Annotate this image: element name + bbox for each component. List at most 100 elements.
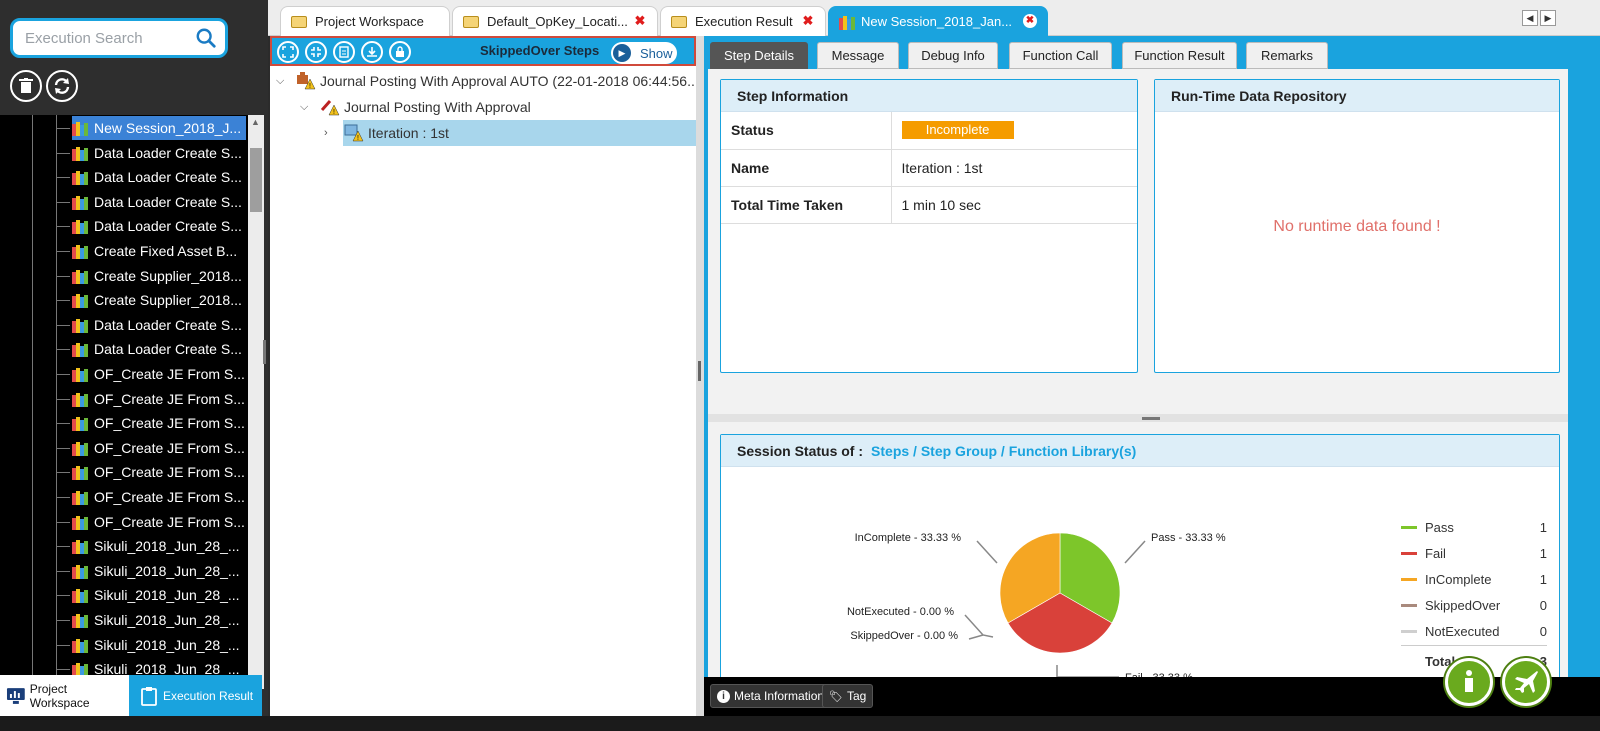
tab-function-result[interactable]: Function Result (1122, 42, 1237, 69)
session-status-header: Session Status of : Steps / Step Group /… (721, 435, 1559, 467)
tab-function-call[interactable]: Function Call (1009, 42, 1112, 69)
expand-icon (282, 46, 294, 58)
sidebar-session-item[interactable]: Create Supplier_2018... (72, 288, 246, 312)
tab-label: Execution Result (695, 14, 793, 29)
document-icon (339, 46, 349, 58)
run-fab[interactable] (1502, 658, 1550, 706)
sidebar-session-item[interactable]: OF_Create JE From S... (72, 387, 246, 411)
refresh-button[interactable] (46, 70, 78, 102)
tab-label: New Session_2018_Jan... (861, 14, 1013, 29)
legend-item-pass[interactable]: Pass 1 (1401, 517, 1547, 537)
sidebar-session-item[interactable]: OF_Create JE From S... (72, 362, 246, 386)
legend-item-notexecuted[interactable]: NotExecuted 0 (1401, 621, 1547, 641)
step-tree-panel: SkippedOver Steps ▶ Show ⌵ ! Journal Pos… (270, 36, 703, 716)
sidebar-scrollbar-thumb[interactable] (250, 148, 262, 212)
sidebar-session-item[interactable]: Data Loader Create S... (72, 190, 246, 214)
sidebar-session-label: Create Supplier_2018... (94, 292, 242, 309)
sidebar-session-label: Create Supplier_2018... (94, 267, 242, 284)
sidebar-session-item[interactable]: OF_Create JE From S... (72, 485, 246, 509)
sidebar-session-item[interactable]: OF_Create JE From S... (72, 460, 246, 484)
delete-button[interactable] (10, 70, 42, 102)
chevron-down-icon[interactable]: ⌵ (300, 101, 314, 114)
tab-debug-info[interactable]: Debug Info (908, 42, 998, 69)
close-icon[interactable]: ✖ (801, 14, 815, 28)
tab-scroll-left-icon[interactable]: ◀ (1522, 10, 1538, 26)
sidebar-session-item[interactable]: Sikuli_2018_Jun_28_... (72, 534, 246, 558)
tab-message[interactable]: Message (817, 42, 899, 69)
tag-button[interactable]: 🏷 Tag (822, 684, 874, 708)
meta-information-button[interactable]: i Meta Information (710, 684, 832, 708)
sidebar-session-item[interactable]: Data Loader Create S... (72, 214, 246, 238)
tree-node-label: Journal Posting With Approval AUTO (22-0… (320, 73, 703, 89)
chevron-down-icon[interactable]: ⌵ (276, 75, 290, 88)
collapse-icon (311, 47, 321, 57)
sidebar-session-item[interactable]: Create Supplier_2018... (72, 264, 246, 288)
chevron-right-icon[interactable]: › (324, 127, 338, 139)
legend-item-fail[interactable]: Fail 1 (1401, 543, 1547, 563)
sidebar-session-item[interactable]: Data Loader Create S... (72, 165, 246, 189)
show-skipped-toggle[interactable]: ▶ Show (611, 42, 677, 64)
sidebar-session-item[interactable]: Create Fixed Asset B... (72, 239, 246, 263)
table-row: Status Incomplete (721, 112, 1137, 150)
tab-scroll-right-icon[interactable]: ▶ (1540, 10, 1556, 26)
tab-new-session[interactable]: New Session_2018_Jan... ✖ (828, 6, 1048, 36)
legend-label: NotExecuted (1425, 623, 1500, 639)
sidebar-session-item[interactable]: Data Loader Create S... (72, 313, 246, 337)
collapse-all-button[interactable] (305, 41, 327, 63)
close-icon[interactable]: ✖ (633, 14, 647, 28)
sidebar-session-label: OF_Create JE From S... (94, 390, 245, 407)
info-fab[interactable] (1445, 658, 1493, 706)
vertical-splitter[interactable] (696, 36, 704, 716)
report-button[interactable] (333, 41, 355, 63)
tab-execution-result[interactable]: Execution Result ✖ (660, 6, 826, 36)
legend-item-incomplete[interactable]: InComplete 1 (1401, 569, 1547, 589)
tree-node-child[interactable]: ⌵ ! Journal Posting With Approval (300, 94, 531, 120)
tree-node-leaf[interactable]: › ! Iteration : 1st (324, 120, 449, 146)
legend-item-skippedover[interactable]: SkippedOver 0 (1401, 595, 1547, 615)
sidebar-session-label: Sikuli_2018_Jun_28_... (94, 587, 240, 604)
close-icon[interactable]: ✖ (1023, 14, 1037, 28)
session-status-link[interactable]: Steps / Step Group / Function Library(s) (871, 443, 1136, 459)
sidebar-session-item[interactable]: New Session_2018_J... (72, 116, 246, 140)
status-value-cell: Incomplete (891, 112, 1137, 150)
lock-button[interactable] (389, 41, 411, 63)
sidebar-session-item[interactable]: Sikuli_2018_Jun_28_... (72, 633, 246, 657)
session-icon (72, 318, 88, 333)
session-icon (72, 294, 88, 309)
download-button[interactable] (361, 41, 383, 63)
sidebar-session-item[interactable]: Data Loader Create S... (72, 337, 246, 361)
execution-search-box[interactable] (10, 18, 228, 58)
sidebar-session-label: Sikuli_2018_Jun_28_... (94, 612, 240, 628)
legend-label: Fail (1425, 545, 1446, 561)
sidebar-session-item[interactable]: Sikuli_2018_Jun_28_... (72, 583, 246, 607)
time-value: 1 min 10 sec (891, 186, 1137, 224)
tab-step-details[interactable]: Step Details (710, 42, 808, 69)
sidebar-session-item[interactable]: OF_Create JE From S... (72, 510, 246, 534)
tab-project-workspace[interactable]: Project Workspace (280, 6, 450, 36)
search-icon[interactable] (195, 27, 217, 49)
sidebar-session-item[interactable]: Sikuli_2018_Jun_28_... (72, 559, 246, 583)
legend-count: 1 (1539, 545, 1547, 561)
tab-default-opkey-location[interactable]: Default_OpKey_Locati... ✖ (452, 6, 658, 36)
tree-node-root[interactable]: ⌵ ! Journal Posting With Approval AUTO (… (276, 68, 703, 94)
status-key: Status (721, 112, 892, 150)
lock-icon (396, 46, 404, 57)
horizontal-splitter[interactable] (708, 414, 1568, 422)
execution-search-input[interactable] (25, 21, 195, 55)
sidebar-resize-handle[interactable] (263, 340, 266, 364)
time-key: Total Time Taken (721, 186, 892, 224)
sidebar-session-item[interactable]: Sikuli_2018_Jun_28_... (72, 608, 246, 632)
refresh-icon (54, 78, 70, 94)
svg-text:!: ! (333, 109, 335, 116)
tab-remarks[interactable]: Remarks (1246, 42, 1328, 69)
sidebar-session-item[interactable]: OF_Create JE From S... (72, 436, 246, 460)
sidebar-session-item[interactable]: OF_Create JE From S... (72, 411, 246, 435)
callout-label-incomplete: InComplete - 33.33 % (855, 532, 962, 544)
step-details-panel: Step Details Message Debug Info Function… (704, 36, 1600, 690)
iteration-warning-icon: ! (344, 124, 364, 142)
sidebar-session-item[interactable]: Data Loader Create S... (72, 141, 246, 165)
execution-result-tab[interactable]: Execution Result (129, 675, 262, 716)
expand-all-button[interactable] (277, 41, 299, 63)
project-workspace-tab[interactable]: Project Workspace (0, 675, 129, 716)
session-icon (72, 368, 88, 382)
